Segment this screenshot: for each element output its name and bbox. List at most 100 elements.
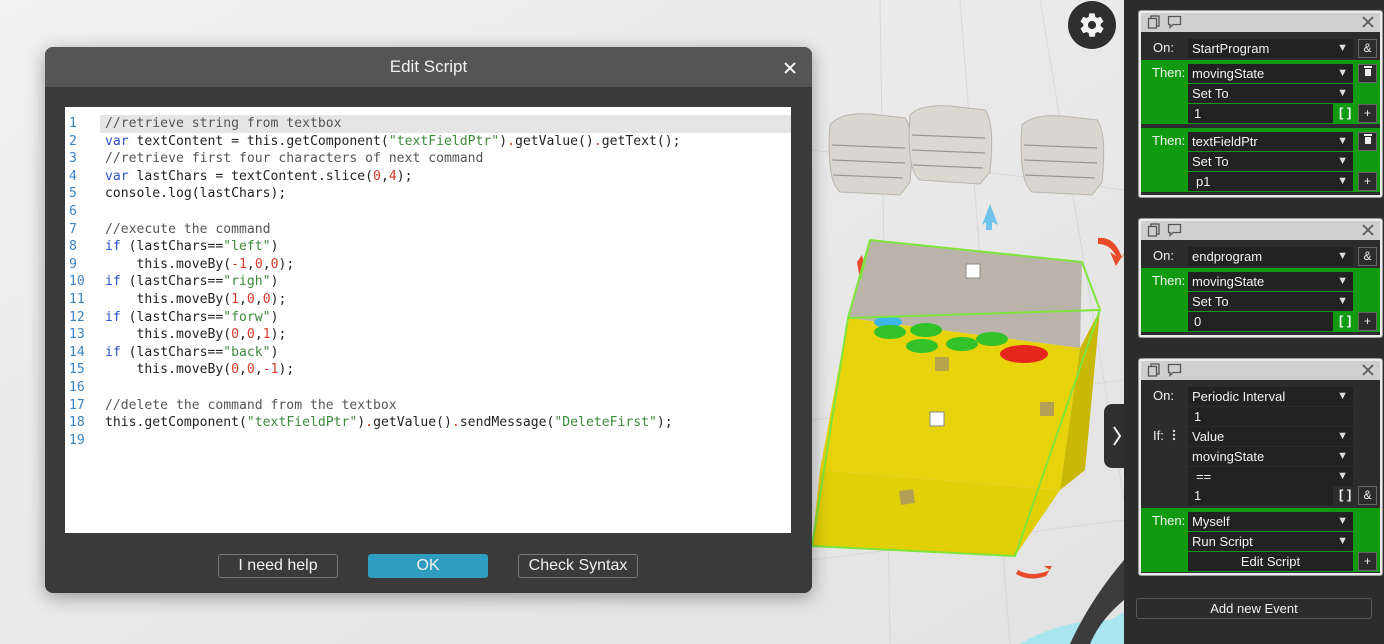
code-line[interactable]: 4 var lastChars = textContent.slice(0,4); bbox=[65, 168, 791, 186]
code-editor[interactable]: 1 //retrieve string from textbox 2 var text… bbox=[65, 107, 791, 533]
code-line[interactable]: 17 //delete the command from the textbox bbox=[65, 397, 791, 415]
copy-icon[interactable] bbox=[1147, 15, 1161, 29]
code-line[interactable]: 10 if (lastChars=="righ") bbox=[65, 273, 791, 291]
code-token: ); bbox=[278, 256, 295, 272]
code-token: 0 bbox=[246, 362, 255, 378]
and-condition-button[interactable]: & bbox=[1358, 486, 1377, 505]
add-action-button[interactable]: + bbox=[1358, 104, 1377, 123]
condition-var-dropdown[interactable]: movingState ▼ bbox=[1188, 447, 1353, 466]
crate-1[interactable] bbox=[828, 113, 913, 196]
line-number: 18 bbox=[69, 415, 85, 431]
event-card: On: endprogram ▼ & Then: movingState ▼ Set… bbox=[1138, 218, 1383, 338]
copy-icon[interactable] bbox=[1147, 363, 1161, 377]
action-op-dropdown[interactable]: Set To ▼ bbox=[1188, 84, 1353, 103]
dialog-close-button[interactable] bbox=[779, 57, 801, 79]
add-action-button[interactable]: + bbox=[1358, 172, 1377, 191]
close-icon[interactable] bbox=[1362, 16, 1374, 28]
code-token: ); bbox=[656, 415, 673, 431]
crate-3[interactable] bbox=[1020, 115, 1105, 196]
dropdown-value: == bbox=[1196, 469, 1212, 484]
code-line[interactable]: 11 this.moveBy(1,0,0); bbox=[65, 291, 791, 309]
copy-icon[interactable] bbox=[1147, 223, 1161, 237]
comment-icon[interactable] bbox=[1167, 223, 1182, 237]
action-target-dropdown[interactable]: Myself ▼ bbox=[1188, 512, 1353, 531]
code-token: this.moveBy( bbox=[105, 292, 232, 307]
trigger-dropdown[interactable]: endprogram ▼ bbox=[1188, 247, 1353, 266]
action-target-dropdown[interactable]: textFieldPtr ▼ bbox=[1188, 132, 1353, 151]
line-number: 7 bbox=[69, 221, 77, 237]
action-value-input[interactable]: 1 bbox=[1188, 104, 1333, 123]
dropdown-value: Set To bbox=[1192, 294, 1229, 309]
line-number: 2 bbox=[69, 133, 77, 149]
code-token: ) bbox=[270, 344, 279, 360]
code-line[interactable]: 19 bbox=[65, 432, 791, 450]
dropdown-arrow-icon: ▼ bbox=[1337, 275, 1348, 287]
condition-type-dropdown[interactable]: Value ▼ bbox=[1188, 427, 1353, 446]
if-label: If: bbox=[1153, 428, 1164, 443]
settings-button[interactable] bbox=[1068, 1, 1116, 49]
code-line[interactable]: 6 bbox=[65, 203, 791, 221]
interval-input[interactable]: 1 bbox=[1188, 407, 1353, 426]
and-condition-button[interactable]: & bbox=[1358, 247, 1377, 266]
code-token: , bbox=[239, 362, 247, 378]
comment-icon[interactable] bbox=[1167, 15, 1182, 29]
delete-action-button[interactable] bbox=[1358, 64, 1377, 83]
array-button[interactable]: [ ] bbox=[1339, 487, 1351, 502]
ok-button[interactable]: OK bbox=[368, 554, 488, 578]
dropdown-arrow-icon: ▼ bbox=[1337, 67, 1348, 79]
then-label: Then: bbox=[1152, 65, 1186, 80]
dropdown-value: p1 bbox=[1196, 174, 1211, 189]
array-button[interactable]: [ ] bbox=[1339, 105, 1351, 120]
edit-script-button[interactable]: Edit Script bbox=[1188, 552, 1353, 571]
help-button[interactable]: I need help bbox=[218, 554, 338, 578]
code-text: var lastChars = textContent.slice(0,4); bbox=[105, 168, 413, 186]
action-value-dropdown[interactable]: p1 ▼ bbox=[1188, 172, 1353, 191]
code-token: . bbox=[365, 415, 374, 431]
action-value-input[interactable]: 0 bbox=[1188, 312, 1333, 331]
code-text: //execute the command bbox=[105, 221, 271, 239]
code-token: 1 bbox=[231, 292, 240, 307]
check-syntax-button[interactable]: Check Syntax bbox=[518, 554, 638, 578]
condition-op-dropdown[interactable]: == ▼ bbox=[1188, 467, 1353, 486]
code-line[interactable]: 1 //retrieve string from textbox bbox=[65, 115, 791, 133]
code-line[interactable]: 16 bbox=[65, 379, 791, 397]
code-token: 0 bbox=[254, 256, 263, 272]
code-line[interactable]: 5 console.log(lastChars); bbox=[65, 185, 791, 203]
close-icon[interactable] bbox=[1362, 224, 1374, 236]
code-token: ) bbox=[270, 239, 279, 255]
code-line[interactable]: 18 this.getComponent("textFieldPtr").getV… bbox=[65, 414, 791, 432]
comment-icon[interactable] bbox=[1167, 363, 1182, 377]
drag-handle-icon[interactable] bbox=[1172, 429, 1176, 441]
action-op-dropdown[interactable]: Set To ▼ bbox=[1188, 292, 1353, 311]
condition-value-input[interactable]: 1 bbox=[1188, 486, 1333, 505]
code-line[interactable]: 2 var textContent = this.getComponent("te… bbox=[65, 133, 791, 151]
and-condition-button[interactable]: & bbox=[1358, 39, 1377, 58]
code-line[interactable]: 15 this.moveBy(0,0,-1); bbox=[65, 361, 791, 379]
array-button[interactable]: [ ] bbox=[1339, 313, 1351, 328]
code-token: //retrieve first four characters of next… bbox=[105, 151, 484, 167]
trigger-dropdown[interactable]: Periodic Interval ▼ bbox=[1188, 387, 1353, 406]
delete-action-button[interactable] bbox=[1358, 132, 1377, 151]
add-action-button[interactable]: + bbox=[1358, 552, 1377, 571]
action-target-dropdown[interactable]: movingState ▼ bbox=[1188, 272, 1353, 291]
code-line[interactable]: 12 if (lastChars=="forw") bbox=[65, 309, 791, 327]
code-line[interactable]: 8 if (lastChars=="left") bbox=[65, 238, 791, 256]
action-target-dropdown[interactable]: movingState ▼ bbox=[1188, 64, 1353, 83]
add-new-event-button[interactable]: Add new Event bbox=[1136, 598, 1372, 619]
code-line[interactable]: 14 if (lastChars=="back") bbox=[65, 344, 791, 362]
code-line[interactable]: 7 //execute the command bbox=[65, 221, 791, 239]
code-line[interactable]: 9 this.moveBy(-1,0,0); bbox=[65, 256, 791, 274]
dialog-title: Edit Script bbox=[389, 57, 468, 76]
code-token: ) bbox=[270, 274, 279, 290]
action-op-dropdown[interactable]: Set To ▼ bbox=[1188, 152, 1353, 171]
action-op-dropdown[interactable]: Run Script ▼ bbox=[1188, 532, 1353, 551]
dropdown-arrow-icon: ▼ bbox=[1337, 295, 1348, 307]
trash-icon bbox=[1363, 134, 1372, 144]
code-line[interactable]: 13 this.moveBy(0,0,1); bbox=[65, 326, 791, 344]
code-line[interactable]: 3 //retrieve first four characters of nex… bbox=[65, 150, 791, 168]
trigger-dropdown[interactable]: StartProgram ▼ bbox=[1188, 39, 1353, 58]
add-action-button[interactable]: + bbox=[1358, 312, 1377, 331]
crate-2[interactable] bbox=[908, 105, 993, 185]
line-number: 14 bbox=[69, 344, 85, 360]
close-icon[interactable] bbox=[1362, 364, 1374, 376]
